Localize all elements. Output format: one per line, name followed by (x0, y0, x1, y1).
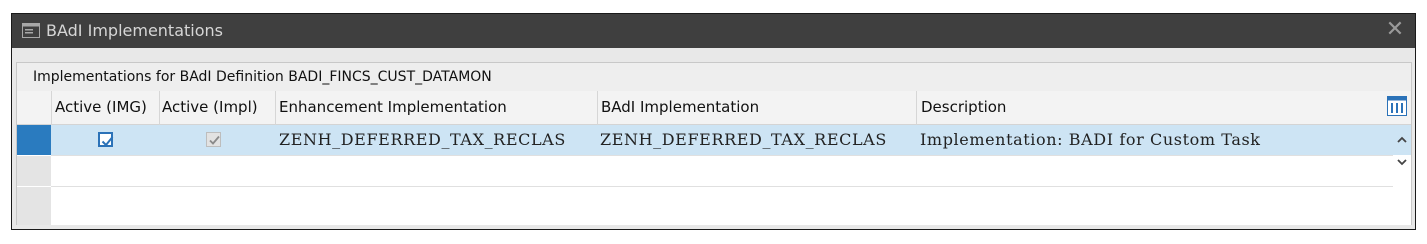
table-row[interactable]: ZENH_DEFERRED_TAX_RECLAS ZENH_DEFERRED_T… (17, 125, 1411, 155)
table-caption: Implementations for BAdI Definition BADI… (17, 63, 1411, 92)
table-row[interactable] (17, 156, 1411, 186)
row-selector[interactable] (17, 156, 51, 186)
column-header-active-impl[interactable]: Active (Impl) (162, 91, 258, 124)
row-divider (51, 186, 1393, 187)
column-header-badi-implementation[interactable]: BAdI Implementation (601, 91, 759, 124)
chevron-up-icon[interactable] (1395, 133, 1409, 147)
column-header-description[interactable]: Description (921, 91, 1006, 124)
close-button[interactable]: ✕ (1385, 19, 1405, 41)
dialog-title: BAdI Implementations (46, 21, 223, 40)
badi-implementation-cell[interactable]: ZENH_DEFERRED_TAX_RECLAS (600, 125, 914, 155)
table-caption-text: Implementations for BAdI Definition BADI… (33, 69, 492, 85)
enhancement-implementation-cell[interactable]: ZENH_DEFERRED_TAX_RECLAS (279, 125, 595, 155)
row-selector[interactable] (17, 187, 51, 225)
badi-implementations-dialog: BAdI Implementations ✕ Implementations f… (11, 13, 1416, 230)
chevron-down-icon[interactable] (1395, 155, 1409, 169)
column-header-enhancement-implementation[interactable]: Enhancement Implementation (279, 91, 507, 124)
row-selector[interactable] (17, 125, 51, 155)
implementations-table: Implementations for BAdI Definition BADI… (16, 62, 1412, 225)
column-header-active-img[interactable]: Active (IMG) (55, 91, 147, 124)
active-impl-checkbox (206, 132, 221, 147)
active-img-checkbox[interactable] (98, 132, 114, 147)
description-cell[interactable]: Implementation: BADI for Custom Task (920, 125, 1390, 155)
row-divider (51, 155, 1393, 156)
window-menu-icon[interactable] (22, 23, 40, 38)
column-settings-icon[interactable] (1387, 96, 1407, 116)
table-header: Active (IMG) Active (Impl) Enhancement I… (17, 91, 1411, 125)
dialog-titlebar: BAdI Implementations ✕ (12, 14, 1415, 48)
table-row[interactable] (17, 187, 1411, 225)
